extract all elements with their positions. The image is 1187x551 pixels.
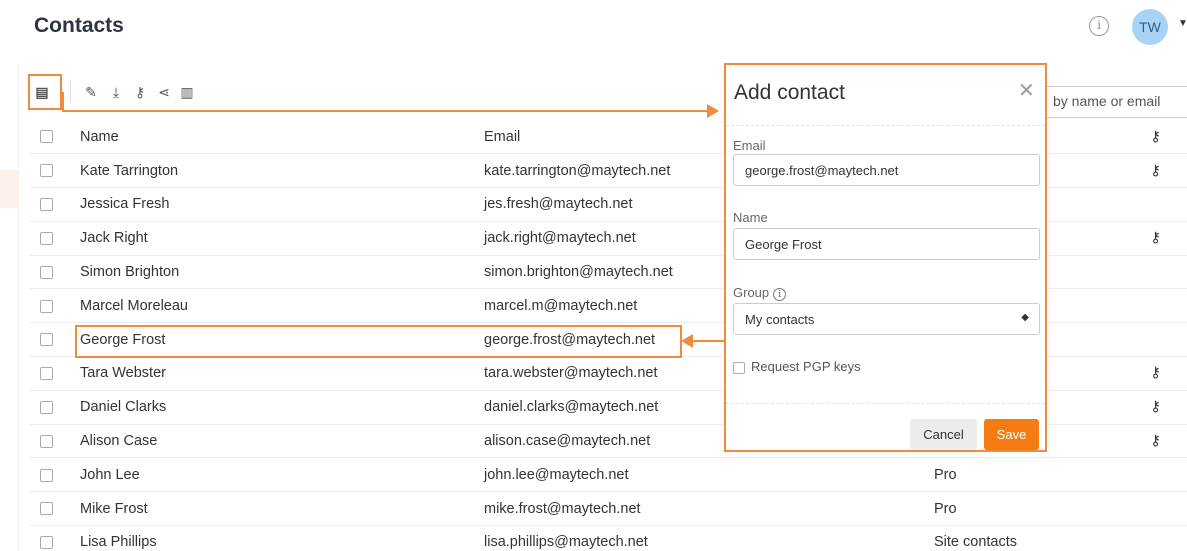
contact-group: Site contacts <box>934 534 1018 551</box>
row-checkbox[interactable] <box>30 390 80 424</box>
key-icon: ⚷ <box>1150 399 1161 416</box>
group-label-text: Group <box>733 285 770 300</box>
request-pgp-keys-option[interactable]: Request PGP keys <box>733 359 861 374</box>
contact-name: Jack Right <box>80 230 148 247</box>
avatar[interactable]: TW <box>1132 9 1168 45</box>
empty-cell <box>1124 492 1187 526</box>
row-checkbox[interactable] <box>30 221 80 255</box>
key-icon: ⚷ <box>1150 365 1161 382</box>
sort-caret-icon: ◆ <box>1021 312 1029 323</box>
key-icon[interactable]: ⚷ <box>131 83 149 101</box>
table-row[interactable]: John Lee john.lee@maytech.net Pro <box>30 458 1187 492</box>
contact-name: Daniel Clarks <box>80 399 167 416</box>
empty-cell <box>1124 458 1187 492</box>
empty-cell <box>1124 255 1187 289</box>
empty-cell <box>1124 526 1187 551</box>
callout-line <box>62 92 64 112</box>
callout-line <box>62 110 712 112</box>
page-title: Contacts <box>34 14 124 37</box>
contact-name: John Lee <box>80 466 140 483</box>
row-checkbox[interactable] <box>30 323 80 357</box>
pgp-checkbox[interactable] <box>733 361 745 374</box>
arrow-left-icon <box>681 334 693 348</box>
group-label: Group i <box>733 285 787 301</box>
row-checkbox[interactable] <box>30 357 80 391</box>
row-checkbox[interactable] <box>30 255 80 289</box>
group-select-value: My contacts <box>745 312 815 327</box>
add-contact-highlight <box>28 74 62 110</box>
key-icon: ⚷ <box>1150 230 1161 247</box>
save-button[interactable]: Save <box>984 419 1039 450</box>
pgp-label: Request PGP keys <box>751 359 861 374</box>
key-icon: ⚷ <box>1150 162 1161 179</box>
cancel-button[interactable]: Cancel <box>910 419 977 450</box>
search-input[interactable]: by name or email <box>1046 86 1187 118</box>
contact-name: Lisa Phillips <box>80 534 157 551</box>
row-checkbox[interactable] <box>30 289 80 323</box>
divider <box>726 403 1045 404</box>
contact-name: Marcel Moreleau <box>80 297 188 314</box>
dialog-title: Add contact <box>734 81 845 104</box>
contact-name: Kate Tarrington <box>80 162 179 179</box>
table-row[interactable]: Lisa Phillips lisa.phillips@maytech.net Si… <box>30 526 1187 551</box>
close-icon[interactable]: ✕ <box>1018 81 1035 101</box>
row-checkbox[interactable] <box>30 154 80 188</box>
contact-name: Simon Brighton <box>80 264 180 281</box>
row-checkbox[interactable] <box>30 424 80 458</box>
contact-name: Jessica Fresh <box>80 196 170 213</box>
download-icon[interactable]: ⤓ <box>107 83 125 101</box>
select-all-checkbox[interactable] <box>30 120 80 154</box>
contact-name: Mike Frost <box>80 500 148 517</box>
arrow-right-icon <box>707 104 719 118</box>
pencil-icon[interactable]: ✎ <box>82 83 100 101</box>
row-checkbox[interactable] <box>30 458 80 492</box>
key-icon: ⚷ <box>1150 128 1161 145</box>
trash-icon[interactable]: ▥ <box>178 83 196 101</box>
info-icon[interactable]: i <box>773 288 787 301</box>
row-checkbox[interactable] <box>30 526 80 551</box>
callout-line <box>692 340 724 342</box>
toolbar-separator <box>70 80 71 102</box>
contact-group: Pro <box>934 500 957 517</box>
contact-email: john.lee@maytech.net <box>484 466 629 483</box>
key-icon: ⚷ <box>1150 433 1161 450</box>
table-row[interactable]: Mike Frost mike.frost@maytech.net Pro <box>30 492 1187 526</box>
chevron-down-icon[interactable]: ▼ <box>1178 18 1187 29</box>
empty-cell <box>1124 289 1187 323</box>
sidebar-divider <box>18 64 19 551</box>
row-checkbox[interactable] <box>30 188 80 222</box>
share-icon[interactable]: ⋖ <box>155 83 173 101</box>
sidebar-accent <box>0 170 18 208</box>
email-field[interactable]: george.frost@maytech.net <box>733 154 1040 186</box>
row-checkbox[interactable] <box>30 492 80 526</box>
column-header-name[interactable]: Name <box>80 120 484 154</box>
add-contact-dialog: Add contact ✕ Email george.frost@maytech… <box>724 63 1047 452</box>
contact-name: Tara Webster <box>80 365 166 382</box>
empty-cell <box>1124 188 1187 222</box>
email-label: Email <box>733 138 766 153</box>
contact-name: Alison Case <box>80 433 158 450</box>
contact-email: lisa.phillips@maytech.net <box>484 534 648 551</box>
divider <box>726 125 1045 126</box>
contact-group: Pro <box>934 466 957 483</box>
name-label: Name <box>733 210 768 225</box>
info-icon[interactable]: i <box>1089 16 1109 36</box>
contact-email: mike.frost@maytech.net <box>484 500 641 517</box>
name-field[interactable]: George Frost <box>733 228 1040 260</box>
selected-row-highlight <box>75 325 682 358</box>
empty-cell <box>1124 323 1187 357</box>
group-select[interactable]: My contacts ◆ <box>733 303 1040 335</box>
